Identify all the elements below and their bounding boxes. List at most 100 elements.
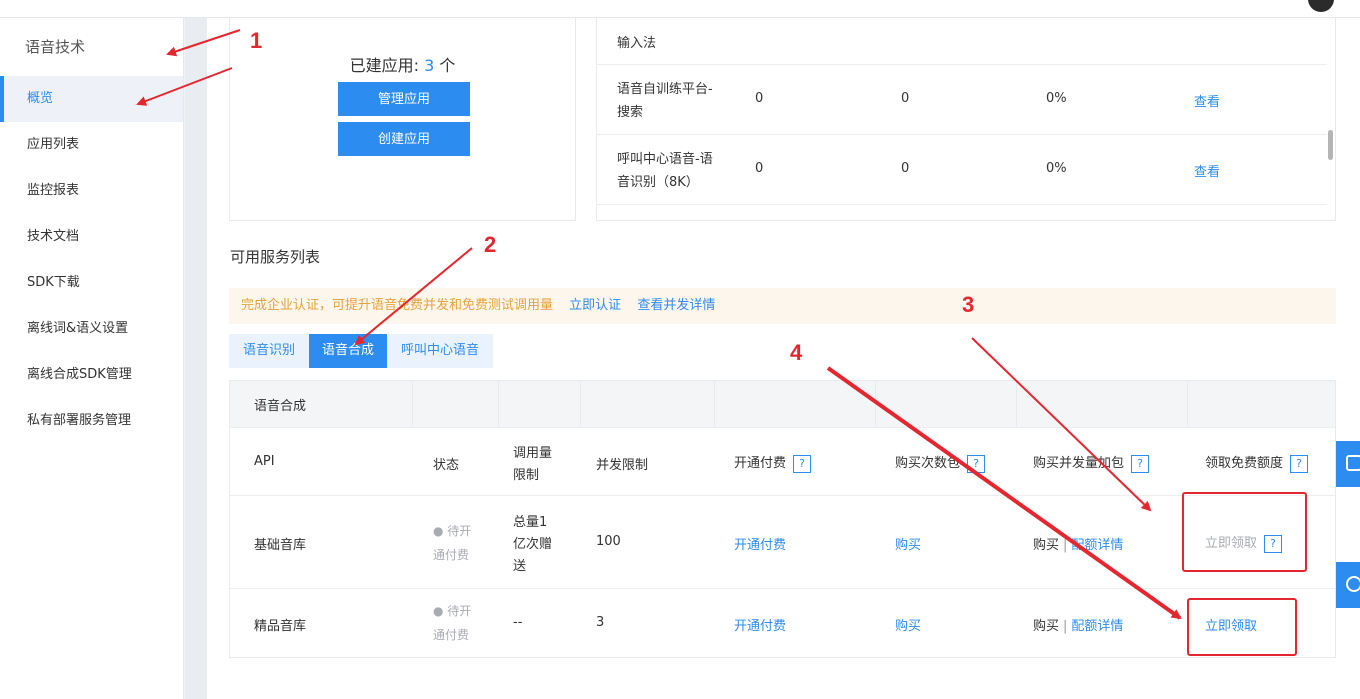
- annotation-label-1: 1: [250, 28, 263, 53]
- annotation-label-3: 3: [962, 292, 975, 317]
- services-section-title: 可用服务列表: [230, 248, 321, 266]
- sidebar-item-sdk-download[interactable]: SDK下载: [0, 260, 183, 306]
- quota-details-link[interactable]: 配额详情: [1071, 619, 1123, 634]
- quota-table-scrollbar[interactable]: [1328, 130, 1333, 160]
- tab-speech-synthesis[interactable]: 语音合成: [309, 334, 387, 368]
- concurrency-value: 100: [596, 534, 621, 549]
- edit-icon: [1346, 455, 1360, 471]
- main-content: 已建应用: 3 个 管理应用 创建应用 输入法 语音自训练平台- 搜索 0 0 …: [207, 18, 1360, 699]
- sidebar-title: 语音技术: [25, 38, 86, 56]
- create-app-button[interactable]: 创建应用: [338, 122, 470, 156]
- quota-value: --: [513, 615, 523, 630]
- header-status: 状态: [433, 458, 460, 473]
- sidebar-item-overview[interactable]: 概览: [0, 76, 183, 122]
- sidebar-item-offline-words[interactable]: 离线词&语义设置: [0, 306, 183, 352]
- help-icon[interactable]: ?: [1131, 454, 1150, 473]
- headset-icon: [1346, 576, 1360, 592]
- help-icon[interactable]: ?: [793, 454, 812, 473]
- table-row: 输入法: [597, 18, 1327, 65]
- table-row: 呼叫中心语音-语 音识别（8K） 0 0 0% 查看: [597, 135, 1327, 205]
- synthesis-service-table: 语音合成 API 状态 调用量 限制 并发限制 开通付费? 购买次数包? 购买并…: [229, 380, 1336, 658]
- annotation-label-2: 2: [484, 232, 497, 257]
- concurrency-value: 3: [596, 615, 605, 630]
- help-icon[interactable]: ?: [967, 454, 986, 473]
- header-free-quota: 领取免费额度?: [1205, 452, 1309, 473]
- highlight-box-premium: [1187, 598, 1297, 656]
- status-line1: ● 待开: [433, 604, 472, 618]
- quota-row-name-line2: 音识别（8K）: [617, 175, 699, 190]
- certify-now-link[interactable]: 立即认证: [569, 298, 621, 313]
- header-quota-line2: 限制: [513, 468, 540, 483]
- table-row: 语音自训练平台- 搜索 0 0 0% 查看: [597, 65, 1327, 135]
- quota-row-value: 0: [901, 91, 910, 106]
- buy-count-link[interactable]: 购买: [895, 615, 921, 634]
- table-title: 语音合成: [254, 399, 307, 414]
- notice-text: 完成企业认证，可提升语音免费并发和免费测试调用量: [241, 298, 554, 313]
- separator: |: [1063, 619, 1068, 634]
- separator: |: [1063, 538, 1068, 553]
- buy-concurrency-link[interactable]: 购买: [1033, 619, 1059, 634]
- support-float-button[interactable]: [1336, 562, 1360, 608]
- manage-apps-button[interactable]: 管理应用: [338, 82, 470, 116]
- buy-concurrency-cell: 购买 | 配额详情: [1033, 534, 1123, 553]
- tab-call-center-speech[interactable]: 呼叫中心语音: [387, 334, 493, 368]
- quota-details-link[interactable]: 配额详情: [1071, 538, 1123, 553]
- quota-row-value: 0: [901, 161, 910, 176]
- sidebar-item-app-list[interactable]: 应用列表: [0, 122, 183, 168]
- header-quota-line1: 调用量: [513, 446, 553, 461]
- quota-table-card: 输入法 语音自训练平台- 搜索 0 0 0% 查看 呼叫中心语音-语 音识别（8…: [596, 18, 1336, 221]
- sidebar-item-private-deploy[interactable]: 私有部署服务管理: [0, 398, 183, 444]
- buy-count-link[interactable]: 购买: [895, 534, 921, 553]
- apps-count: 已建应用: 3 个: [230, 52, 575, 76]
- quota-line1: 总量1: [513, 515, 548, 530]
- apps-count-number: 3: [424, 56, 435, 75]
- quota-row-percent: 0%: [1046, 91, 1067, 106]
- apps-card: 已建应用: 3 个 管理应用 创建应用: [229, 18, 576, 221]
- sidebar-item-monitor-report[interactable]: 监控报表: [0, 168, 183, 214]
- apps-count-suffix: 个: [439, 56, 456, 75]
- status-line1: ● 待开: [433, 524, 472, 538]
- certification-notice: 完成企业认证，可提升语音免费并发和免费测试调用量 立即认证 查看并发详情: [229, 288, 1336, 324]
- quota-row-name-line1: 语音自训练平台-: [617, 82, 713, 97]
- highlight-box-basic: [1182, 492, 1307, 572]
- quota-row-value: 0: [755, 161, 764, 176]
- header-concurrency: 并发限制: [596, 458, 649, 473]
- quota-line3: 送: [513, 559, 527, 574]
- quota-line2: 亿次赠: [513, 537, 553, 552]
- sidebar: 语音技术 概览 应用列表 监控报表 技术文档 SDK下载 离线词&语义设置 离线…: [0, 18, 184, 699]
- sidebar-item-offline-tts-sdk[interactable]: 离线合成SDK管理: [0, 352, 183, 398]
- buy-concurrency-link[interactable]: 购买: [1033, 538, 1059, 553]
- feedback-float-button[interactable]: [1336, 441, 1360, 487]
- header-buy-concurrency: 购买并发量加包?: [1033, 452, 1150, 473]
- view-link[interactable]: 查看: [1194, 161, 1220, 180]
- view-concurrency-link[interactable]: 查看并发详情: [637, 298, 715, 313]
- view-link[interactable]: 查看: [1194, 91, 1220, 110]
- quota-row-value: 0: [755, 91, 764, 106]
- header-buy-count-label: 购买次数包: [895, 456, 961, 471]
- help-icon[interactable]: ?: [1290, 454, 1309, 473]
- table-title-bar: 语音合成: [230, 381, 1335, 427]
- user-avatar[interactable]: [1308, 0, 1334, 12]
- quota-row-name-line2: 搜索: [617, 105, 644, 120]
- header-buy-concurrency-label: 购买并发量加包: [1033, 456, 1125, 471]
- apps-count-prefix: 已建应用:: [349, 56, 419, 75]
- header-pay: 开通付费?: [734, 452, 812, 473]
- enable-pay-link[interactable]: 开通付费: [734, 615, 786, 634]
- table-row: 基础音库 ● 待开 通付费 总量1 亿次赠 送 100 开通付费 购买 购买 | 配…: [230, 495, 1335, 588]
- enable-pay-link[interactable]: 开通付费: [734, 534, 786, 553]
- quota-row-name: 输入法: [617, 36, 657, 51]
- sidebar-gutter: [185, 18, 207, 699]
- api-name: 基础音库: [254, 538, 307, 553]
- quota-row-name-line1: 呼叫中心语音-语: [617, 152, 713, 167]
- api-name: 精品音库: [254, 619, 307, 634]
- sidebar-item-tech-docs[interactable]: 技术文档: [0, 214, 183, 260]
- tab-speech-recognition[interactable]: 语音识别: [229, 334, 309, 368]
- top-bar: [0, 0, 1360, 18]
- annotation-label-4: 4: [790, 340, 803, 365]
- status-line2: 通付费: [433, 628, 470, 642]
- header-free-quota-label: 领取免费额度: [1205, 456, 1284, 471]
- header-pay-label: 开通付费: [734, 456, 787, 471]
- status-line2: 通付费: [433, 548, 470, 562]
- table-row: 精品音库 ● 待开 通付费 -- 3 开通付费 购买 购买 | 配额详情 立即领取: [230, 588, 1335, 658]
- quota-row-percent: 0%: [1046, 161, 1067, 176]
